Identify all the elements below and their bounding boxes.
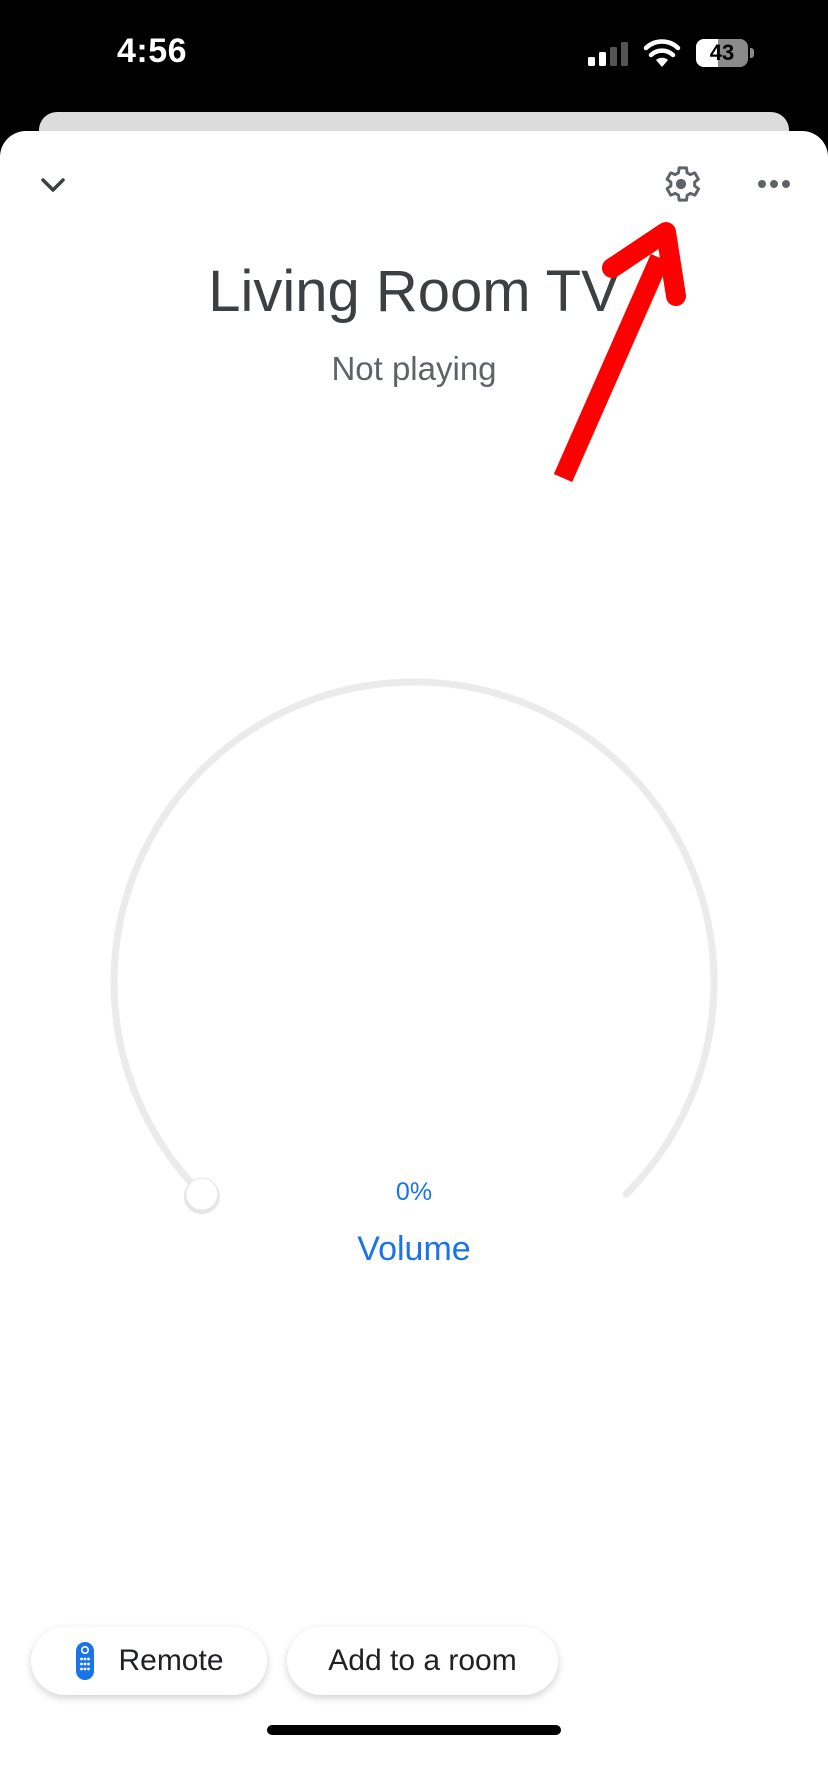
settings-button[interactable] (656, 159, 706, 209)
remote-button[interactable]: Remote (31, 1627, 267, 1695)
remote-button-label: Remote (118, 1644, 224, 1677)
chevron-down-icon (41, 178, 65, 192)
device-name: Living Room TV (208, 259, 620, 324)
cellular-signal-icon (588, 42, 628, 66)
more-options-button[interactable] (752, 164, 796, 204)
remote-control-icon (76, 1642, 95, 1680)
volume-label: Volume (357, 1230, 471, 1268)
battery-cap (750, 48, 754, 58)
collapse-button[interactable] (33, 165, 73, 205)
playback-status: Not playing (331, 350, 497, 387)
add-to-room-button-label: Add to a room (328, 1644, 517, 1677)
gear-icon (665, 166, 701, 202)
battery-indicator: 43 (696, 39, 756, 69)
more-horizontal-icon (758, 180, 790, 188)
home-indicator (267, 1725, 561, 1735)
wifi-icon (643, 39, 681, 67)
volume-value: 0% (395, 1178, 433, 1206)
status-time: 4:56 (117, 32, 188, 70)
add-to-room-button[interactable]: Add to a room (287, 1627, 558, 1695)
battery-level: 43 (709, 40, 735, 65)
